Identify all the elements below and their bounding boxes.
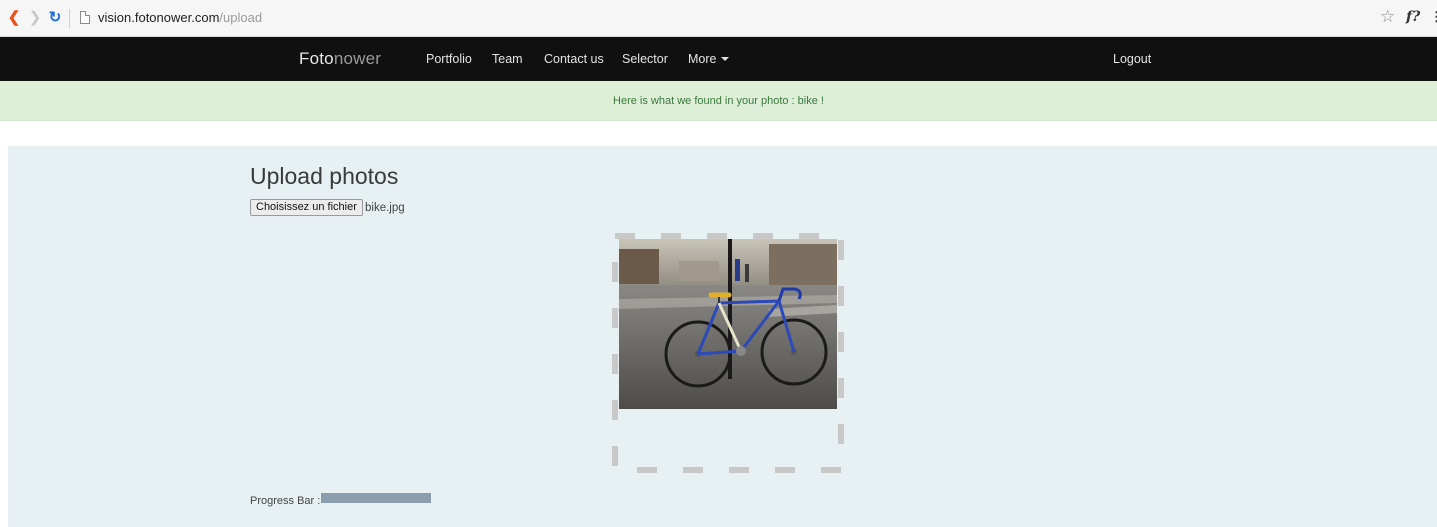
nav-item-portfolio[interactable]: Portfolio [426, 52, 472, 67]
upload-progress-bar [321, 493, 431, 503]
url-path: /upload [219, 10, 263, 25]
browser-toolbar: ❮ ❯ ↻ vision.fotonower.com/upload ☆ f? ⋮ [0, 0, 1437, 37]
star-icon[interactable]: ☆ [1380, 8, 1395, 26]
kebab-menu-icon[interactable]: ⋮ [1430, 9, 1437, 25]
nav-item-contact-us[interactable]: Contact us [544, 52, 604, 67]
top-navbar: Fotonower Portfolio Team Contact us Sele… [0, 37, 1437, 81]
upload-section: Upload photos Choisissez un fichier bike… [8, 146, 1437, 527]
brand-logo[interactable]: Fotonower [299, 49, 381, 69]
brand-part-1: Foto [299, 49, 334, 68]
brand-part-2: nower [333, 49, 382, 68]
choose-file-button[interactable]: Choisissez un fichier [250, 199, 363, 216]
progress-label: Progress Bar : [250, 495, 321, 507]
upload-progress-fill [321, 493, 431, 503]
bike-photo-image [619, 239, 837, 409]
page-icon [80, 11, 90, 24]
nav-item-more-label: More [688, 52, 717, 66]
forward-icon[interactable]: ❯ [28, 10, 42, 26]
back-icon[interactable]: ❮ [7, 10, 21, 26]
photo-dropzone[interactable] [612, 233, 844, 473]
logout-link[interactable]: Logout [1113, 52, 1151, 67]
selected-file-name: bike.jpg [365, 202, 405, 214]
reload-icon[interactable]: ↻ [48, 10, 62, 26]
nav-item-more[interactable]: More [688, 52, 730, 67]
caret-down-icon [721, 57, 730, 61]
nav-item-team[interactable]: Team [492, 52, 523, 67]
success-alert: Here is what we found in your photo : bi… [0, 81, 1437, 121]
alert-message: Here is what we found in your photo : bi… [613, 95, 824, 107]
url-host: vision.fotonower.com [98, 10, 220, 25]
nav-item-selector[interactable]: Selector [622, 52, 668, 67]
extension-button[interactable]: f? [1406, 8, 1420, 26]
address-bar[interactable]: vision.fotonower.com/upload [98, 10, 262, 26]
uploaded-photo-preview [619, 239, 837, 409]
toolbar-divider [69, 9, 70, 28]
page-title: Upload photos [250, 163, 399, 189]
